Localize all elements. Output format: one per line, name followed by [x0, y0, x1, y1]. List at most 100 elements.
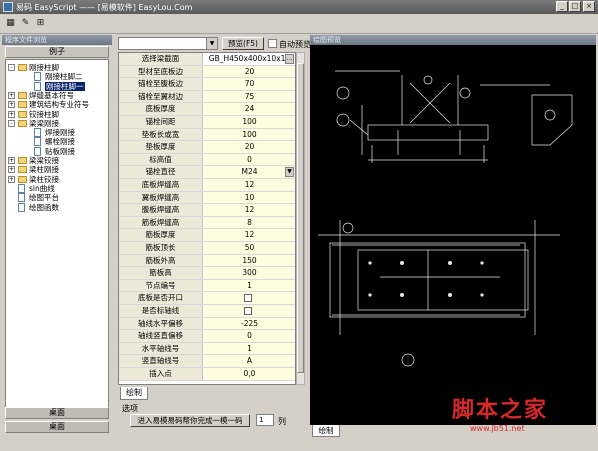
desktop-tab-1[interactable]: 桌面	[5, 407, 109, 419]
parameter-name: 节点编号	[119, 279, 203, 292]
preview-button[interactable]: 预览(F5)	[222, 37, 264, 50]
folder-icon	[18, 101, 27, 109]
parameter-row: 垫板长或宽 100	[119, 128, 295, 142]
expand-icon[interactable]: +	[8, 157, 15, 164]
minimize-button[interactable]: _	[556, 1, 568, 12]
scrollbar-thumb[interactable]	[297, 63, 304, 373]
parameter-value[interactable]: -225	[204, 317, 295, 330]
collapse-icon[interactable]: -	[8, 64, 15, 71]
expand-icon[interactable]: +	[8, 110, 15, 118]
tab-examples[interactable]: 例子	[5, 46, 109, 58]
tree-item[interactable]: + 梁柱刚接	[6, 165, 108, 174]
parameter-value[interactable]: 100	[204, 116, 295, 128]
parameter-value[interactable]: 1	[204, 279, 295, 292]
close-button[interactable]: ×	[583, 1, 595, 12]
tree-item-label: 梁柱铰接	[29, 174, 59, 184]
parameter-value-text: 12	[244, 180, 255, 189]
parameter-value[interactable]: 1	[204, 342, 295, 355]
grid-icon[interactable]: ⊞	[34, 17, 47, 30]
tree-item[interactable]: 绘图平台	[6, 193, 108, 203]
tree-item[interactable]: + 焊缝基本符号	[6, 91, 108, 100]
parameter-name: 筋板外高	[119, 254, 203, 267]
expand-icon[interactable]: +	[8, 175, 15, 183]
parameter-value-text: 12	[244, 230, 255, 240]
parameter-checkbox[interactable]	[244, 307, 252, 315]
parameter-checkbox-cell[interactable]	[204, 305, 295, 317]
chevron-down-icon[interactable]: ▼	[206, 38, 217, 49]
parameter-value-text: 0	[247, 154, 252, 164]
options-label: 选项	[122, 404, 138, 413]
parameter-value-text: 1	[247, 280, 252, 290]
script-select[interactable]: ▼	[118, 37, 218, 50]
chevron-down-icon[interactable]: ▼	[285, 167, 294, 178]
parameter-value[interactable]: GB_H450x400x10x16…	[204, 53, 295, 65]
tree-item[interactable]: 绘图函数	[6, 202, 108, 212]
tree-item[interactable]: sin曲线	[6, 183, 108, 193]
parameter-grid[interactable]: 选择梁截面 GB_H450x400x10x16… 型材至底板边 20 锚栓至腹板边 70 锚…	[118, 52, 296, 385]
tree-item[interactable]: 螺栓刚接	[6, 137, 108, 147]
parameter-scrollbar[interactable]	[296, 52, 305, 385]
site-watermark: 脚本之家	[452, 397, 549, 423]
parameter-value[interactable]: A	[204, 355, 295, 367]
expand-icon[interactable]: +	[8, 101, 15, 109]
parameter-value[interactable]: 150	[204, 254, 295, 267]
browse-section-button[interactable]: …	[285, 54, 294, 64]
parameter-value[interactable]: 10	[204, 191, 295, 204]
expand-icon[interactable]: +	[8, 166, 15, 174]
auto-preview-checkbox[interactable]	[268, 39, 277, 48]
parameter-value[interactable]: 20	[204, 141, 295, 153]
parameter-name: 型材至底板边	[119, 65, 203, 78]
parameter-value-text: 20	[244, 66, 255, 76]
parameter-value-text: 75	[244, 91, 255, 101]
collapse-icon[interactable]: -	[8, 119, 15, 127]
parameter-value-text: 50	[244, 243, 255, 252]
parameter-value[interactable]: 75	[204, 90, 295, 103]
parameter-value[interactable]: 8	[204, 216, 295, 229]
parameter-row: 底板厚度 24	[119, 103, 295, 116]
tree-item[interactable]: 刚接柱脚一	[6, 81, 108, 91]
folder-icon	[18, 157, 27, 164]
parameter-value-text: A	[246, 356, 253, 366]
column-count-select[interactable]: 1	[256, 414, 274, 426]
tab-draw[interactable]: 绘制	[120, 387, 148, 400]
tree-item-label: sin曲线	[29, 183, 55, 193]
parameter-value-text: 150	[242, 255, 257, 265]
tree-item[interactable]: + 梁柱铰接	[6, 175, 108, 184]
file-tree[interactable]: - 刚接柱脚 刚接柱脚二 刚接柱脚一 + 焊缝基本符号 + 建筑结构专业符号 + 铰接柱脚 - 梁梁刚…	[5, 59, 109, 409]
parameter-checkbox-cell[interactable]	[204, 292, 295, 304]
parameter-row: 轴线水平偏移 -225	[119, 317, 295, 331]
tree-item[interactable]: + 梁梁铰接	[6, 156, 108, 165]
maximize-button[interactable]: □	[569, 1, 581, 12]
parameter-value[interactable]: 0,0	[204, 368, 295, 380]
parameter-value[interactable]: M24 ▼	[204, 166, 295, 178]
new-file-icon[interactable]: ▦	[4, 17, 17, 30]
parameter-value[interactable]: 12	[204, 179, 295, 191]
parameter-name: 底板厚度	[119, 103, 203, 115]
tree-item[interactable]: + 铰接柱脚	[6, 110, 108, 119]
parameter-value[interactable]: 20	[204, 65, 295, 78]
tree-item[interactable]: + 建筑结构专业符号	[6, 100, 108, 109]
tree-item[interactable]: - 刚接柱脚	[6, 63, 108, 72]
parameter-value[interactable]: 0	[204, 330, 295, 342]
parameter-value[interactable]: 12	[204, 229, 295, 241]
tree-item[interactable]: - 梁梁刚接	[6, 119, 108, 128]
desktop-tab-2[interactable]: 桌面	[5, 421, 109, 433]
parameter-value[interactable]: 70	[204, 78, 295, 90]
edit-icon[interactable]: ✎	[19, 17, 32, 30]
parameter-checkbox[interactable]	[244, 294, 252, 303]
parameter-value[interactable]: 12	[204, 204, 295, 216]
enter-easymodel-button[interactable]: 进入易模易码帮你完成一模一码	[130, 414, 250, 427]
expand-icon[interactable]: +	[8, 91, 15, 99]
cad-canvas[interactable]	[310, 45, 596, 425]
parameter-value[interactable]: 50	[204, 242, 295, 254]
parameter-name: 标高值	[119, 153, 203, 166]
tree-item[interactable]: 刚接柱脚二	[6, 72, 108, 82]
parameter-value[interactable]: 0	[204, 153, 295, 166]
tree-item[interactable]: 焊接刚接	[6, 128, 108, 138]
tab-draw-preview[interactable]: 绘制	[312, 425, 340, 437]
parameter-name: 锚栓至翼材边	[119, 90, 203, 103]
parameter-value[interactable]: 100	[204, 128, 295, 141]
parameter-value[interactable]: 24	[204, 103, 295, 115]
tree-item[interactable]: 贴板刚接	[6, 146, 108, 156]
parameter-value[interactable]: 300	[204, 267, 295, 279]
